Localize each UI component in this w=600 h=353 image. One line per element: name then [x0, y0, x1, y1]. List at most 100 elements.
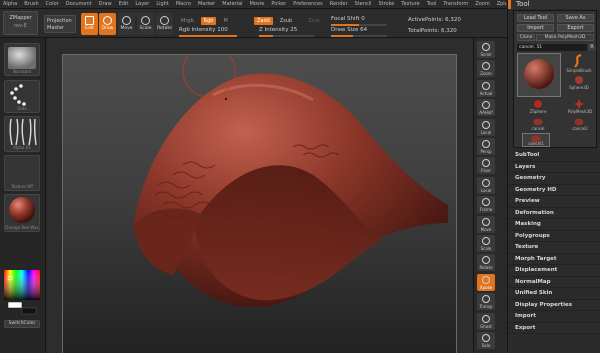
tool-menu-export[interactable]: Export: [508, 322, 600, 334]
tool-menu-display-properties[interactable]: Display Properties: [508, 299, 600, 311]
shelf-scale-button[interactable]: Scale: [477, 235, 495, 252]
menu-texture[interactable]: Texture: [401, 1, 419, 7]
zmapper-button[interactable]: ZMapper rev-E: [3, 11, 38, 35]
sphere3d-icon[interactable]: [574, 75, 584, 85]
tool-thumb-cancel1[interactable]: cancel1: [522, 133, 550, 147]
z-intensity-track[interactable]: [259, 35, 314, 37]
tool-menu-layers[interactable]: Layers: [508, 161, 600, 173]
tool-menu-polygroups[interactable]: Polygroups: [508, 230, 600, 242]
menu-render[interactable]: Render: [330, 1, 348, 7]
shelf-zoom-button[interactable]: Zoom: [477, 60, 495, 78]
menu-document[interactable]: Document: [66, 1, 92, 7]
shelf-rotate-button[interactable]: Rotate: [477, 254, 495, 272]
menu-movie[interactable]: Movie: [250, 1, 265, 7]
draw-size-track[interactable]: [331, 35, 387, 37]
cancel2-thumb-icon[interactable]: [574, 117, 584, 126]
menu-marker[interactable]: Marker: [198, 1, 215, 7]
clone-button[interactable]: Clone: [517, 34, 535, 41]
rgb-intensity-slider[interactable]: Rgb Intensity 100: [179, 27, 228, 33]
shelf-aahalf-button[interactable]: AAHalf: [477, 99, 495, 117]
tool-name-slider[interactable]: cancel. 51: [517, 44, 587, 51]
menu-edit[interactable]: Edit: [119, 1, 129, 7]
focal-shift-track[interactable]: [331, 24, 387, 26]
shelf-local-button[interactable]: Local: [477, 118, 495, 136]
shelf-persp-button[interactable]: Persp: [477, 138, 495, 155]
tool-menu-import[interactable]: Import: [508, 311, 600, 323]
m-button[interactable]: M: [220, 17, 230, 25]
menu-alpha[interactable]: Alpha: [3, 1, 17, 7]
zadd-button[interactable]: Zadd: [254, 16, 273, 25]
zcut-button[interactable]: Zcut: [305, 17, 322, 25]
tool-menu-displacement[interactable]: Displacement: [508, 265, 600, 277]
menu-stencil[interactable]: Stencil: [355, 1, 372, 7]
save-as-button[interactable]: Save As: [557, 14, 594, 22]
menu-transform[interactable]: Transform: [443, 1, 468, 7]
menu-layer[interactable]: Layer: [135, 1, 149, 7]
menu-macro[interactable]: Macro: [176, 1, 191, 7]
menu-tool[interactable]: Tool: [427, 1, 437, 7]
shelf-move-button[interactable]: Move: [477, 215, 495, 233]
tool-menu-unified-skin[interactable]: Unified Skin: [508, 288, 600, 300]
draw-size-slider[interactable]: Draw Size 64: [331, 27, 367, 33]
rotate-button[interactable]: Rotate: [156, 13, 173, 35]
canvas-area[interactable]: [46, 38, 473, 353]
menu-zoom[interactable]: Zoom: [475, 1, 489, 7]
color-picker[interactable]: [4, 270, 40, 316]
tool-r-button[interactable]: R: [588, 44, 596, 51]
shelf-transp-button[interactable]: Transp: [477, 293, 495, 311]
shelf-local-button[interactable]: Local: [477, 176, 495, 194]
shelf-solo-button[interactable]: Solo: [477, 332, 495, 349]
switch-color-button[interactable]: SwitchColor: [4, 320, 40, 328]
menu-brush[interactable]: Brush: [24, 1, 38, 7]
shelf-frame-button[interactable]: Frame: [477, 196, 495, 214]
tool-menu-masking[interactable]: Masking: [508, 219, 600, 231]
mrgb-button[interactable]: Mrgb: [178, 17, 197, 25]
tool-menu-deformation[interactable]: Deformation: [508, 207, 600, 219]
shelf-scroll-button[interactable]: Scroll: [477, 41, 495, 58]
zsub-button[interactable]: Zsub: [277, 17, 295, 25]
shelf-xpose-button[interactable]: Xpose: [477, 273, 495, 291]
cancel-thumb-icon[interactable]: [533, 117, 543, 126]
rgb-button[interactable]: Rgb: [200, 16, 217, 25]
edit-button[interactable]: Edit: [81, 13, 98, 35]
menu-material[interactable]: Material: [222, 1, 242, 7]
zsphere-icon[interactable]: [533, 99, 543, 109]
z-intensity-slider[interactable]: Z Intensity 25: [259, 27, 297, 33]
stroke-picker[interactable]: Dots: [4, 80, 40, 113]
import-button[interactable]: Import: [517, 24, 554, 32]
clay-model[interactable]: [63, 44, 458, 353]
tool-menu-texture[interactable]: Texture: [508, 242, 600, 254]
load-tool-button[interactable]: Load Tool: [517, 14, 554, 22]
brush-picker[interactable]: Standard: [4, 43, 40, 76]
tool-menu-normalmap[interactable]: NormalMap: [508, 276, 600, 288]
menu-light[interactable]: Light: [156, 1, 168, 7]
texture-picker[interactable]: Texture Off: [4, 155, 40, 191]
menu-color[interactable]: Color: [46, 1, 59, 7]
make-polymesh-button[interactable]: Make PolyMesh3D: [536, 34, 594, 41]
shelf-ghost-button[interactable]: Ghost: [477, 312, 495, 330]
material-picker[interactable]: Orange Red Wax: [4, 194, 40, 232]
shelf-floor-button[interactable]: Floor: [477, 157, 495, 175]
polymesh3d-icon[interactable]: [574, 99, 584, 109]
move-button[interactable]: Move: [118, 13, 135, 35]
tool-menu-geometry[interactable]: Geometry: [508, 173, 600, 185]
document-viewport[interactable]: [62, 44, 458, 353]
focal-shift-slider[interactable]: Focal Shift 0: [331, 16, 365, 22]
menu-draw[interactable]: Draw: [99, 1, 112, 7]
alpha-picker[interactable]: Alpha 01: [4, 116, 40, 152]
tool-menu-preview[interactable]: Preview: [508, 196, 600, 208]
tool-menu-subtool[interactable]: SubTool: [508, 150, 600, 162]
draw-button[interactable]: Draw: [99, 13, 116, 35]
tool-menu-morph-target[interactable]: Morph Target: [508, 253, 600, 265]
menu-preferences[interactable]: Preferences: [293, 1, 322, 7]
scale-button[interactable]: Scale: [137, 13, 154, 35]
tool-menu-geometry-hd[interactable]: Geometry HD: [508, 184, 600, 196]
rgb-intensity-track[interactable]: [179, 35, 237, 37]
projection-master-button[interactable]: Projection Master: [44, 15, 76, 33]
menu-stroke[interactable]: Stroke: [378, 1, 394, 7]
menu-picker[interactable]: Picker: [271, 1, 286, 7]
export-button[interactable]: Export: [557, 24, 594, 32]
shelf-actual-button[interactable]: Actual: [477, 79, 495, 97]
tool-thumb-main[interactable]: [517, 53, 561, 97]
simplebrush-icon[interactable]: [570, 54, 586, 68]
